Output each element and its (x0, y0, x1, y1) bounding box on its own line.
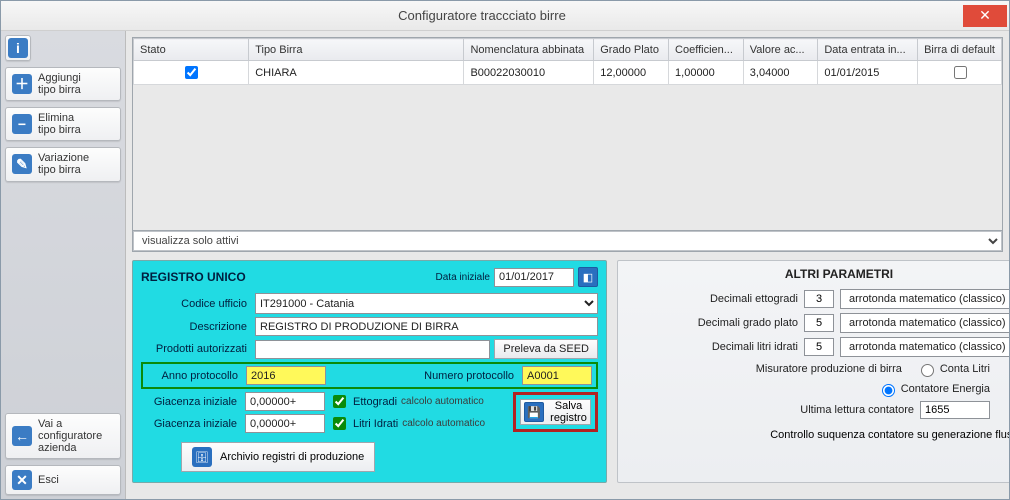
col-valore[interactable]: Valore ac... (743, 39, 818, 61)
minus-icon: − (12, 114, 32, 134)
plus-icon: ＋ (12, 74, 32, 94)
litri-check[interactable] (333, 417, 346, 430)
codice-ufficio-label: Codice ufficio (141, 298, 251, 310)
variazione-tipo-birra-button[interactable]: ✎ Variazione tipo birra (5, 147, 121, 181)
info-icon: i (8, 38, 28, 58)
altri-parametri-panel: ALTRI PARAMETRI Decimali ettogradi arrot… (617, 260, 1009, 483)
salva-registro-highlight: 💾 Salva registro (513, 392, 598, 432)
dec-plato-label: Decimali grado plato (628, 317, 798, 329)
cell-plato: 12,00000 (594, 61, 669, 85)
col-default[interactable]: Birra di default (918, 39, 1002, 61)
x-icon: ✕ (12, 470, 32, 490)
registro-title: REGISTRO UNICO (141, 270, 436, 284)
altri-title: ALTRI PARAMETRI (628, 267, 1009, 281)
data-iniziale-label: Data iniziale (436, 272, 490, 283)
anno-protocollo-label: Anno protocollo (147, 370, 242, 382)
litri-auto-label: calcolo automatico (402, 418, 485, 429)
contatore-energia-radio[interactable]: Contatore Energia (877, 381, 990, 397)
ultima-lettura-label: Ultima lettura contatore (694, 404, 914, 416)
archivio-registri-button[interactable]: 🗄 Archivio registri di produzione (181, 442, 375, 472)
grid-panel: Stato Tipo Birra Nomenclatura abbinata G… (132, 37, 1003, 252)
misuratore-label: Misuratore produzione di birra (682, 363, 902, 375)
info-button[interactable]: i (5, 35, 31, 61)
round-plato-select[interactable]: arrotonda matematico (classico) (840, 313, 1009, 333)
conta-litri-radio[interactable]: Conta Litri (916, 361, 990, 377)
descrizione-input[interactable] (255, 317, 598, 336)
col-data[interactable]: Data entrata in... (818, 39, 918, 61)
row-stato-checkbox[interactable] (185, 66, 198, 79)
grid-empty-area (133, 85, 1002, 230)
archivio-label: Archivio registri di produzione (220, 451, 364, 463)
giacenza2-input[interactable] (245, 414, 325, 433)
col-stato[interactable]: Stato (134, 39, 249, 61)
ultima-lettura-input[interactable] (920, 401, 990, 419)
col-nomenclatura[interactable]: Nomenclatura abbinata (464, 39, 594, 61)
data-iniziale-input[interactable] (494, 268, 574, 287)
prodotti-input[interactable] (255, 340, 490, 359)
dec-ettogradi-label: Decimali ettogradi (628, 293, 798, 305)
sidebar: i ＋ Aggiungi tipo birra − Elimina tipo b… (1, 31, 126, 499)
dec-litri-label: Decimali litri idrati (628, 341, 798, 353)
dec-plato-input[interactable] (804, 314, 834, 332)
col-coef[interactable]: Coefficien... (669, 39, 744, 61)
add-tipo-birra-button[interactable]: ＋ Aggiungi tipo birra (5, 67, 121, 101)
codice-ufficio-select[interactable]: IT291000 - Catania (255, 293, 598, 314)
giacenza2-label: Giacenza iniziale (141, 418, 241, 430)
grid-filter-select[interactable]: visualizza solo attivi (133, 231, 1002, 251)
preleva-seed-button[interactable]: Preleva da SEED (494, 339, 598, 359)
numero-protocollo-input[interactable] (522, 366, 592, 385)
edit-icon: ✎ (12, 154, 32, 174)
save-icon: 💾 (524, 402, 544, 422)
cell-val: 3,04000 (743, 61, 818, 85)
giacenza1-label: Giacenza iniziale (141, 396, 241, 408)
numero-protocollo-label: Numero protocollo (330, 370, 518, 382)
goto-configuratore-button[interactable]: ← Vai a configuratore azienda (5, 413, 121, 459)
col-plato[interactable]: Grado Plato (594, 39, 669, 61)
contatore-energia-label: Contatore Energia (901, 383, 990, 395)
arrow-left-icon: ← (12, 426, 32, 446)
titlebar: Configuratore traccciato birre ✕ (1, 1, 1009, 31)
tipo-birra-grid: Stato Tipo Birra Nomenclatura abbinata G… (133, 38, 1002, 85)
goto-label: Vai a configuratore azienda (38, 418, 102, 454)
ettogradi-label: Ettogradi (353, 396, 397, 408)
delete-tipo-birra-button[interactable]: − Elimina tipo birra (5, 107, 121, 141)
controllo-sequenza-label: Controllo suquenza contatore su generazi… (770, 429, 1009, 441)
protocollo-group: Anno protocollo Numero protocollo (141, 362, 598, 389)
prodotti-label: Prodotti autorizzati (141, 343, 251, 355)
litri-label: Litri Idrati (353, 418, 398, 430)
dec-litri-input[interactable] (804, 338, 834, 356)
exit-button[interactable]: ✕ Esci (5, 465, 121, 495)
registro-unico-panel: REGISTRO UNICO Data iniziale ◧ Codice uf… (132, 260, 607, 483)
var-label: Variazione tipo birra (38, 152, 89, 176)
add-label: Aggiungi tipo birra (38, 72, 81, 96)
descrizione-label: Descrizione (141, 321, 251, 333)
cell-nomen: B00022030010 (464, 61, 594, 85)
salva-registro-button[interactable]: 💾 Salva registro (520, 399, 591, 425)
cell-data: 01/01/2015 (818, 61, 918, 85)
exit-label: Esci (38, 474, 59, 486)
window-title: Configuratore traccciato birre (1, 8, 963, 23)
cell-coef: 1,00000 (669, 61, 744, 85)
row-default-checkbox[interactable] (954, 66, 967, 79)
archive-icon: 🗄 (192, 447, 212, 467)
close-button[interactable]: ✕ (963, 5, 1007, 27)
dec-ettogradi-input[interactable] (804, 290, 834, 308)
conta-litri-label: Conta Litri (940, 363, 990, 375)
calendar-icon[interactable]: ◧ (578, 267, 598, 287)
cell-tipo: CHIARA (249, 61, 464, 85)
salva-label: Salva registro (550, 400, 587, 424)
anno-protocollo-input[interactable] (246, 366, 326, 385)
giacenza1-input[interactable] (245, 392, 325, 411)
col-tipo[interactable]: Tipo Birra (249, 39, 464, 61)
del-label: Elimina tipo birra (38, 112, 81, 136)
round-litri-select[interactable]: arrotonda matematico (classico) (840, 337, 1009, 357)
round-ettogradi-select[interactable]: arrotonda matematico (classico) (840, 289, 1009, 309)
ettogradi-check[interactable] (333, 395, 346, 408)
ettogradi-auto-label: calcolo automatico (401, 396, 484, 407)
table-row[interactable]: CHIARA B00022030010 12,00000 1,00000 3,0… (134, 61, 1002, 85)
